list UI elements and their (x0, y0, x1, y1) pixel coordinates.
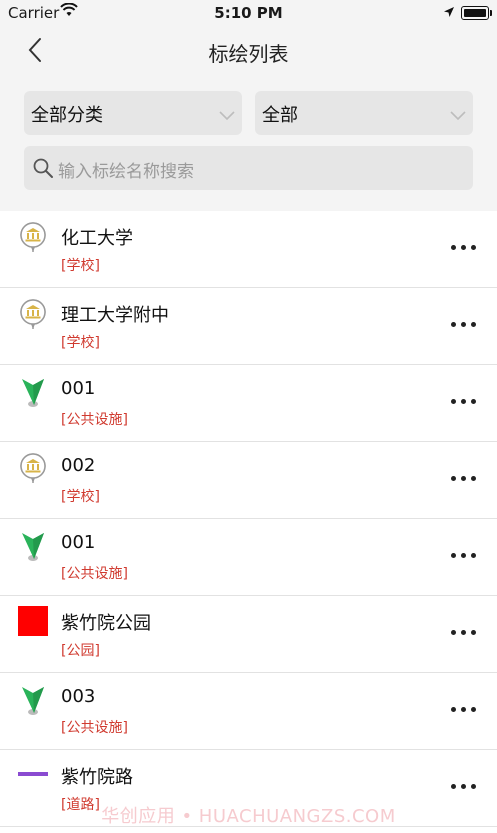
item-category: [公共设施] (61, 720, 128, 736)
school-pin-icon (18, 452, 50, 486)
status-bar: Carrier 5:10 PM (0, 0, 497, 26)
item-category: [公共设施] (61, 412, 128, 428)
item-name: 002 (61, 455, 96, 476)
category-select-value: 全部分类 (31, 105, 103, 126)
status-time: 5:10 PM (214, 4, 283, 22)
more-icon[interactable] (451, 317, 477, 331)
item-category: [学校] (61, 258, 100, 274)
item-category: [学校] (61, 489, 100, 505)
more-icon[interactable] (451, 240, 477, 254)
purple-line-icon (18, 760, 50, 794)
category-select[interactable]: 全部分类 (24, 91, 242, 135)
more-icon[interactable] (451, 471, 477, 485)
nav-bar: 标绘列表 (0, 26, 497, 76)
more-icon[interactable] (451, 779, 477, 793)
scope-select[interactable]: 全部 (255, 91, 473, 135)
more-icon[interactable] (451, 548, 477, 562)
item-name: 001 (61, 378, 96, 399)
item-name: 紫竹院公园 (61, 613, 151, 634)
list-item[interactable]: 002 [学校] (0, 442, 497, 519)
item-name: 紫竹院路 (61, 767, 133, 788)
chevron-down-icon (449, 106, 467, 125)
list-item[interactable]: 紫竹院公园 [公园] (0, 596, 497, 673)
battery-icon (461, 6, 492, 20)
list-item[interactable]: 理工大学附中 [学校] (0, 288, 497, 365)
item-category: [学校] (61, 335, 100, 351)
search-placeholder: 输入标绘名称搜索 (58, 162, 194, 182)
green-marker-icon (18, 375, 50, 409)
green-marker-icon (18, 683, 50, 717)
watermark: 华创应用 • HUACHUANGZS.COM (101, 806, 396, 827)
search-icon (32, 157, 54, 183)
school-pin-icon (18, 298, 50, 332)
green-marker-icon (18, 529, 50, 563)
item-name: 理工大学附中 (61, 305, 169, 326)
page-title: 标绘列表 (208, 42, 289, 66)
item-name: 001 (61, 532, 96, 553)
chevron-down-icon (218, 106, 236, 125)
more-icon[interactable] (451, 625, 477, 639)
plot-list: 化工大学 [学校] 理工大学附中 [学校] 001 [公共设施] 002 [学校] 001 [公共… (0, 211, 497, 827)
more-icon[interactable] (451, 702, 477, 716)
header-area: Carrier 5:10 PM 标绘列表 全部分类 全部 输入标绘名称搜索 (0, 0, 497, 211)
location-arrow-icon (443, 4, 455, 22)
more-icon[interactable] (451, 394, 477, 408)
item-category: [公园] (61, 643, 100, 659)
red-square-icon (18, 606, 50, 640)
list-item[interactable]: 001 [公共设施] (0, 365, 497, 442)
scope-select-value: 全部 (262, 105, 298, 126)
list-item[interactable]: 001 [公共设施] (0, 519, 497, 596)
item-name: 003 (61, 686, 96, 707)
search-input[interactable]: 输入标绘名称搜索 (24, 146, 473, 190)
filter-bar: 全部分类 全部 (24, 91, 473, 135)
item-name: 化工大学 (61, 228, 133, 249)
item-category: [公共设施] (61, 566, 128, 582)
list-item[interactable]: 化工大学 [学校] (0, 211, 497, 288)
school-pin-icon (18, 221, 50, 255)
list-item[interactable]: 003 [公共设施] (0, 673, 497, 750)
